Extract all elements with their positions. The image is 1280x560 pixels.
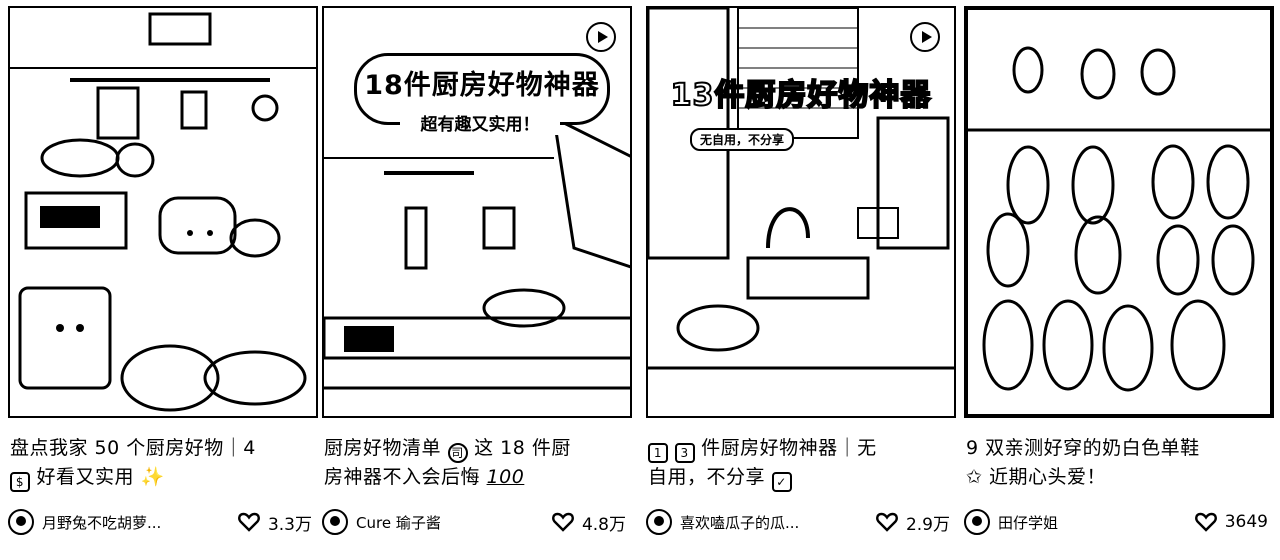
cover-overlay-tag: 无自用，不分享 <box>690 128 795 151</box>
note-title-text: 这 18 件厨 <box>474 437 571 459</box>
cover-overlay-title: 13件厨房好物神器 <box>670 77 932 114</box>
like-button[interactable]: 3649 <box>1194 510 1268 534</box>
author-name[interactable]: Cure 瑜子酱 <box>356 512 526 533</box>
author-name[interactable]: 田仔学姐 <box>998 512 1168 533</box>
note-meta: 喜欢嗑瓜子的瓜... 2.9万 <box>646 504 956 540</box>
note-title-text: 好看又实用 <box>36 466 135 488</box>
like-button[interactable]: 4.8万 <box>552 510 626 535</box>
note-title-line: 厨房好物清单 司 这 18 件厨 <box>324 434 624 463</box>
cover-image[interactable]: 13件厨房好物神器 无自用，不分享 <box>646 6 956 418</box>
note-title-line: $ 好看又实用 ✨ <box>10 463 310 492</box>
clap-icon: ✨ <box>140 466 165 488</box>
note-title-line: 房神器不入会后悔 100 <box>324 463 624 492</box>
note-title[interactable]: 9 双亲测好穿的奶白色单鞋 ✩ 近期心头爱！ <box>966 434 1266 492</box>
circle-badge-icon: 司 <box>447 443 468 463</box>
sparkle-icon: ✩ <box>966 466 983 488</box>
author-name[interactable]: 月野兔不吃胡萝... <box>42 512 212 533</box>
like-count: 2.9万 <box>905 514 950 535</box>
avatar[interactable] <box>8 509 34 535</box>
note-meta: 月野兔不吃胡萝... 3.3万 <box>8 504 318 540</box>
like-count: 4.8万 <box>581 514 626 535</box>
note-title-line: 盘点我家 50 个厨房好物｜4 <box>10 437 256 459</box>
note-title-text: 近期心头爱！ <box>988 466 1106 488</box>
avatar[interactable] <box>322 509 348 535</box>
heart-icon <box>1194 512 1217 532</box>
heart-icon <box>552 512 574 532</box>
note-title[interactable]: 盘点我家 50 个厨房好物｜4 $ 好看又实用 ✨ <box>10 434 310 492</box>
cover-illustration <box>10 8 316 416</box>
cover-illustration <box>968 10 1270 414</box>
note-title[interactable]: 1 3 件厨房好物神器｜无 自用，不分享 ✓ <box>648 434 948 492</box>
like-button[interactable]: 2.9万 <box>876 510 950 535</box>
avatar[interactable] <box>964 509 990 535</box>
author-name[interactable]: 喜欢嗑瓜子的瓜... <box>680 512 850 533</box>
note-title-line: 9 双亲测好穿的奶白色单鞋 <box>966 437 1200 459</box>
note-title-text: 自用，不分享 <box>648 466 766 488</box>
digit-icon: 3 <box>674 443 695 463</box>
note-title-text: 厨房好物清单 <box>324 437 442 459</box>
like-count: 3.3万 <box>267 514 312 535</box>
note-title-line: 自用，不分享 ✓ <box>648 463 948 492</box>
play-icon <box>910 22 940 52</box>
cover-image[interactable] <box>964 6 1274 418</box>
digit-icon: 1 <box>648 443 668 463</box>
cover-overlay-subtitle: 超有趣又实用！ <box>400 110 560 135</box>
hundred-icon: 100 <box>486 466 525 488</box>
heart-icon <box>238 512 260 532</box>
avatar[interactable] <box>646 509 672 535</box>
note-card[interactable]: 18件厨房好物神器 超有趣又实用！ 厨房好物清单 司 这 18 件厨 房神器不入… <box>322 0 632 560</box>
note-title-line: 1 3 件厨房好物神器｜无 <box>648 434 948 463</box>
note-meta: 田仔学姐 3649 <box>964 504 1274 540</box>
note-title-text: 件厨房好物神器｜无 <box>701 437 877 459</box>
money-bag-icon: $ <box>10 472 30 492</box>
note-title-text: 房神器不入会后悔 <box>324 466 481 488</box>
note-meta: Cure 瑜子酱 4.8万 <box>322 504 632 540</box>
play-icon <box>586 22 616 52</box>
note-card[interactable]: 9 双亲测好穿的奶白色单鞋 ✩ 近期心头爱！ 田仔学姐 3649 <box>964 0 1274 560</box>
note-card[interactable]: 13件厨房好物神器 无自用，不分享 1 3 件厨房好物神器｜无 自用，不分享 ✓… <box>646 0 956 560</box>
note-feed: 盘点我家 50 个厨房好物｜4 $ 好看又实用 ✨ 月野兔不吃胡萝... 3.3… <box>0 0 1280 560</box>
cover-image[interactable] <box>8 6 318 418</box>
note-card[interactable]: 盘点我家 50 个厨房好物｜4 $ 好看又实用 ✨ 月野兔不吃胡萝... 3.3… <box>8 0 318 560</box>
checkbox-icon: ✓ <box>771 472 792 492</box>
note-title[interactable]: 厨房好物清单 司 这 18 件厨 房神器不入会后悔 100 <box>324 434 624 492</box>
heart-icon <box>876 512 898 532</box>
like-count: 3649 <box>1224 512 1268 532</box>
note-title-line: ✩ 近期心头爱！ <box>966 463 1266 492</box>
like-button[interactable]: 3.3万 <box>238 510 312 535</box>
cover-image[interactable]: 18件厨房好物神器 超有趣又实用！ <box>322 6 632 418</box>
